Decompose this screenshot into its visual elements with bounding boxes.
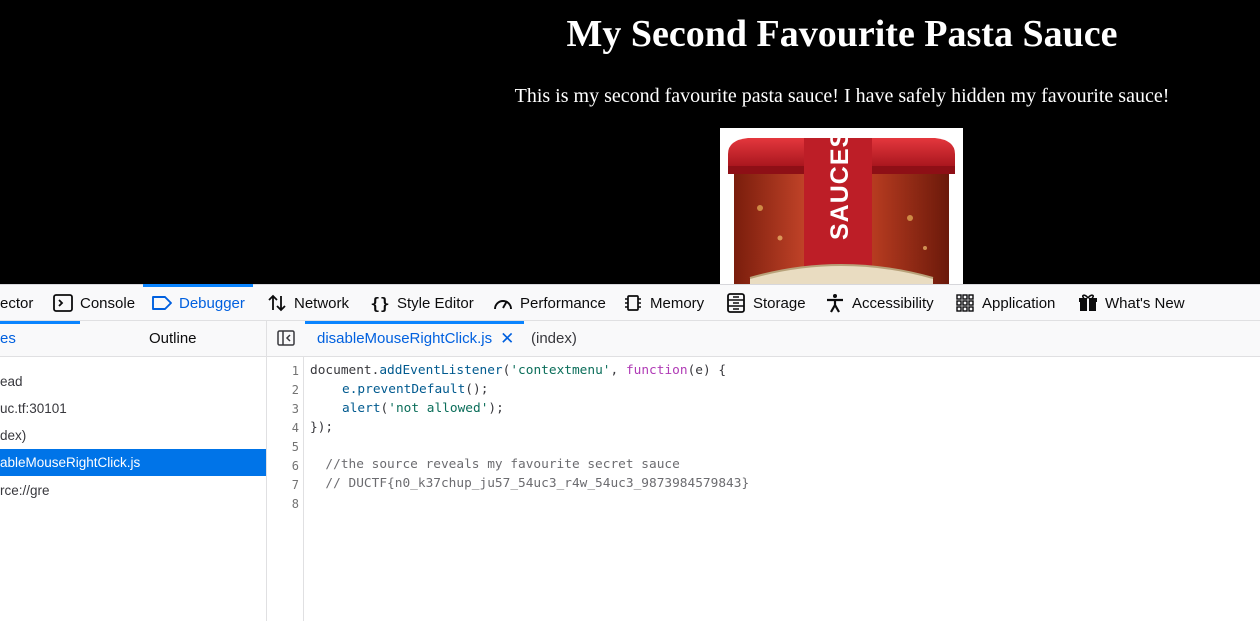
whats-new-icon — [1077, 292, 1099, 314]
devtools-toolbar: ector Console Debugger Network {} Style … — [0, 284, 1260, 321]
line-number[interactable]: 6 — [292, 459, 299, 473]
devtools-panel: ector Console Debugger Network {} Style … — [0, 284, 1260, 621]
tab-memory[interactable]: Memory — [622, 285, 704, 321]
line-number[interactable]: 7 — [292, 478, 299, 492]
tab-network-label: Network — [294, 294, 350, 312]
tab-whats-new-label: What's New — [1105, 294, 1185, 312]
line-number-gutter: 1 2 3 4 5 6 7 8 — [267, 357, 304, 621]
webpage-viewport: My Second Favourite Pasta Sauce This is … — [0, 0, 1260, 284]
sauce-jar-image: SAUCES — [720, 128, 963, 284]
tree-item-resource[interactable]: rce://gre — [0, 477, 266, 504]
tab-debugger-label: Debugger — [179, 294, 245, 312]
line-number[interactable]: 5 — [292, 440, 299, 454]
tab-inspector[interactable]: ector — [0, 285, 33, 321]
style-editor-icon: {} — [370, 293, 390, 313]
code-line-1: document.addEventListener('contextmenu',… — [310, 363, 726, 378]
editor-tab-label: disableMouseRightClick.js — [317, 330, 493, 347]
code-token: addEventListener — [379, 363, 503, 378]
performance-icon — [492, 292, 514, 314]
tab-performance[interactable]: Performance — [492, 285, 606, 321]
sidebar-tabs: es Outline — [0, 321, 266, 357]
tab-outline[interactable]: Outline — [149, 321, 197, 356]
tab-console-label: Console — [80, 294, 136, 312]
tab-accessibility-label: Accessibility — [852, 294, 934, 312]
jar-label-text: SAUCES — [826, 130, 854, 240]
tab-style-editor-label: Style Editor — [397, 294, 474, 312]
line-number[interactable]: 8 — [292, 497, 299, 511]
code-token: alert — [342, 401, 381, 416]
code-token: (); — [465, 382, 489, 397]
tree-item-host[interactable]: uc.tf:30101 — [0, 395, 266, 422]
code-token: document. — [310, 363, 380, 378]
line-number[interactable]: 2 — [292, 383, 299, 397]
code-token: (e) { — [687, 363, 727, 378]
tree-item-main-thread[interactable]: ead — [0, 368, 266, 395]
tab-network[interactable]: Network — [266, 285, 349, 321]
tab-performance-label: Performance — [520, 294, 606, 312]
code-line-6: //the source reveals my favourite secret… — [310, 457, 680, 472]
console-icon — [52, 292, 74, 314]
tab-application[interactable]: Application — [954, 285, 1055, 321]
tab-application-label: Application — [982, 294, 1056, 312]
code-editor[interactable]: 1 2 3 4 5 6 7 8 document.addEventListene… — [267, 357, 1260, 621]
code-token: preventDefault — [357, 382, 466, 397]
tab-storage[interactable]: Storage — [725, 285, 806, 321]
tab-console[interactable]: Console — [52, 285, 135, 321]
page-title: My Second Favourite Pasta Sauce — [566, 13, 1118, 55]
toggle-sidebar-icon[interactable] — [277, 330, 295, 346]
storage-icon — [725, 292, 747, 314]
memory-icon — [622, 292, 644, 314]
code-token: e. — [342, 382, 358, 397]
editor-tab-disable-mouse-right-click[interactable]: disableMouseRightClick.js ✕ — [304, 321, 525, 356]
code-line-4: }); — [310, 420, 334, 435]
line-number[interactable]: 3 — [292, 402, 299, 416]
tab-style-editor[interactable]: {} Style Editor — [369, 285, 474, 321]
code-token: , — [610, 363, 626, 378]
code-line-2: e.preventDefault(); — [342, 382, 488, 397]
application-icon — [954, 292, 976, 314]
tab-whats-new[interactable]: What's New — [1077, 285, 1185, 321]
code-token: 'contextmenu' — [510, 363, 611, 378]
tree-item-disable-mouse-right-click[interactable]: ableMouseRightClick.js — [0, 449, 266, 476]
editor-tab-index[interactable]: (index) — [531, 321, 577, 356]
line-number[interactable]: 4 — [292, 421, 299, 435]
code-line-3: alert('not allowed'); — [342, 401, 504, 416]
page-description: This is my second favourite pasta sauce!… — [514, 85, 1170, 107]
editor-tabs: disableMouseRightClick.js ✕ (index) — [267, 321, 1260, 357]
tab-inspector-label: ector — [0, 294, 34, 312]
tab-memory-label: Memory — [650, 294, 705, 312]
network-icon — [266, 292, 288, 314]
code-token: function — [625, 363, 688, 378]
tab-storage-label: Storage — [753, 294, 806, 312]
tab-debugger[interactable]: Debugger — [143, 284, 253, 321]
tab-sources[interactable]: es — [0, 321, 16, 356]
debugger-icon — [151, 292, 173, 314]
accessibility-icon — [824, 292, 846, 314]
code-line-7: // DUCTF{n0_k37chup_ju57_54uc3_r4w_54uc3… — [310, 476, 750, 491]
code-token: ); — [488, 401, 504, 416]
line-number[interactable]: 1 — [292, 364, 299, 378]
editor-tab-index-label: (index) — [531, 330, 577, 347]
sources-sidebar: es Outline ead uc.tf:30101 dex) ableMous… — [0, 321, 267, 621]
close-icon[interactable]: ✕ — [500, 329, 514, 349]
tab-accessibility[interactable]: Accessibility — [824, 285, 934, 321]
tree-item-index[interactable]: dex) — [0, 422, 266, 449]
code-token: 'not allowed' — [388, 401, 489, 416]
